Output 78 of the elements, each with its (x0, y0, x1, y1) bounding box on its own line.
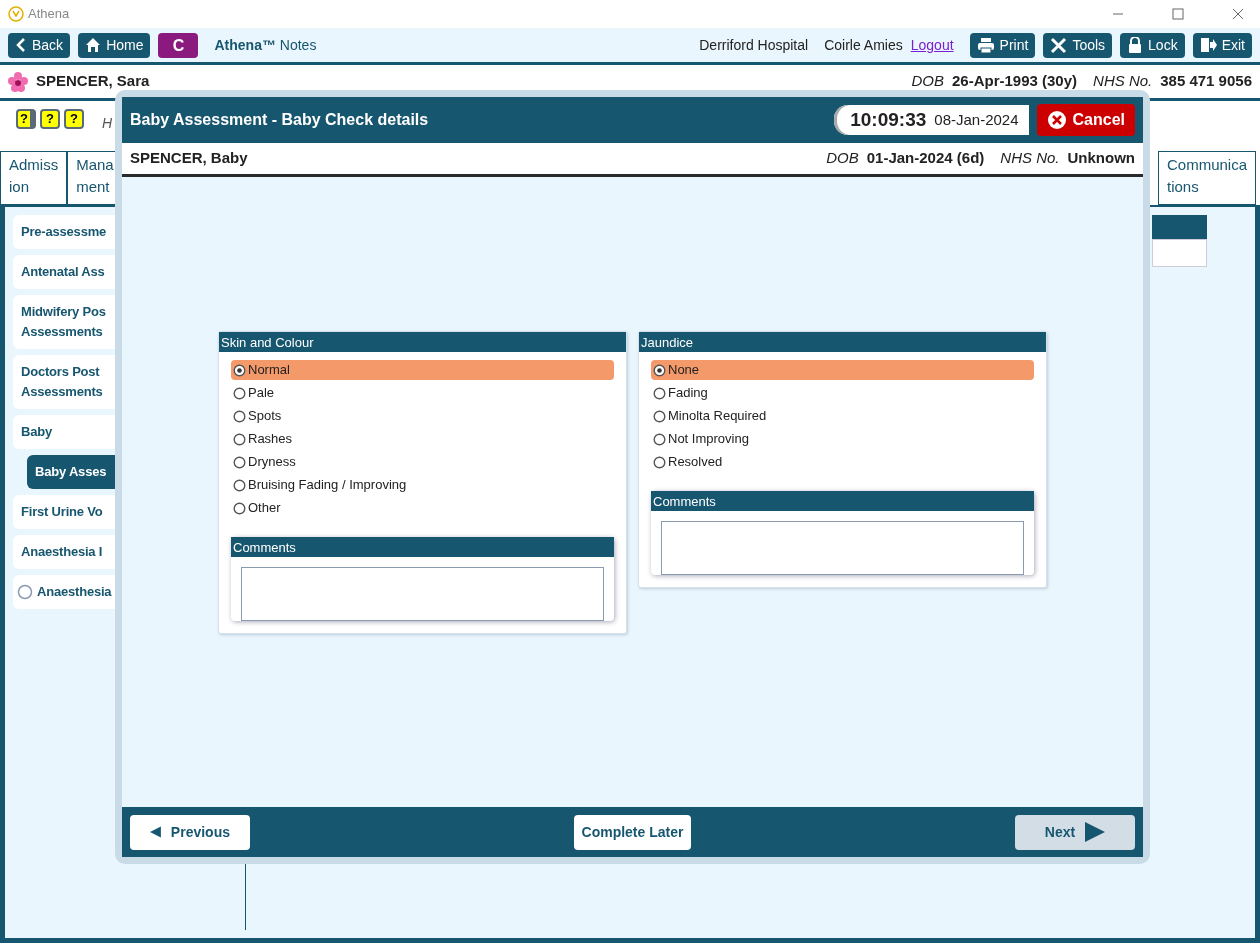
dob-label: DOB (826, 148, 859, 169)
print-button[interactable]: Print (969, 32, 1036, 58)
radio-icon (653, 455, 666, 469)
logout-link[interactable]: Logout (910, 34, 954, 56)
radio-option[interactable]: Dryness (231, 452, 614, 472)
dob-value: 01-Jan-2024 (6d) (866, 148, 985, 169)
home-help-icon[interactable]: ? (40, 109, 60, 129)
radio-icon (233, 501, 246, 515)
app-name: Athena™ Notes (214, 35, 317, 55)
dialog-title: Baby Assessment - Baby Check details (130, 110, 429, 130)
nhs-value: Unknown (1067, 148, 1135, 169)
list-help-icon[interactable]: ? (16, 109, 36, 129)
chevron-left-icon (15, 37, 27, 53)
patient-name: SPENCER, Sara (36, 71, 150, 92)
tools-button[interactable]: Tools (1043, 32, 1113, 58)
radio-option[interactable]: Bruising Fading / Improving (231, 475, 614, 495)
app-logo-icon (8, 6, 24, 22)
previous-button[interactable]: Previous (130, 814, 250, 850)
panel-title: Skin and Colour (219, 332, 626, 352)
flower-icon (8, 71, 28, 92)
radio-icon (653, 386, 666, 400)
complete-later-button[interactable]: Complete Later (573, 814, 692, 850)
radio-option[interactable]: Other (231, 498, 614, 518)
cancel-button[interactable]: Cancel (1036, 104, 1135, 136)
dob-label: DOB (911, 71, 944, 92)
tools-icon (1050, 36, 1068, 54)
radio-option[interactable]: Minolta Required (651, 406, 1034, 426)
table-row (1152, 239, 1207, 267)
printer-icon (976, 37, 995, 53)
comments-title: Comments (651, 491, 1034, 511)
radio-icon (653, 432, 666, 446)
close-circle-icon (1046, 110, 1067, 130)
radio-icon (233, 409, 246, 423)
comments-title: Comments (231, 537, 614, 557)
radio-option[interactable]: Pale (231, 383, 614, 403)
radio-icon (653, 409, 666, 423)
radio-option[interactable]: Normal (231, 360, 614, 380)
radio-option[interactable]: Not Improving (651, 429, 1034, 449)
hospital-name: Derriford Hospital (699, 35, 809, 55)
back-button[interactable]: Back (8, 32, 71, 58)
nhs-label: NHS No. (1093, 71, 1153, 92)
padlock-icon (1127, 37, 1144, 53)
tab[interactable]: Admiss ion (0, 151, 68, 205)
dob-value: 26-Apr-1993 (30y) (952, 71, 1078, 92)
lock-button[interactable]: Lock (1120, 32, 1185, 58)
radio-selected-icon (653, 363, 666, 377)
radio-selected-icon (233, 363, 246, 377)
triangle-right-icon (1085, 822, 1106, 842)
user-name: Coirle Amies (824, 35, 903, 55)
radio-option[interactable]: Spots (231, 406, 614, 426)
help-icon[interactable]: ? (64, 109, 84, 129)
hint-text: H (102, 114, 113, 133)
radio-option[interactable]: Rashes (231, 429, 614, 449)
tab[interactable]: Communica tions (1157, 151, 1256, 205)
nhs-value: 385 471 9056 (1160, 71, 1252, 92)
clock-display: 10:09:33 08-Jan-2024 (834, 105, 1029, 135)
maximize-icon[interactable] (1172, 8, 1184, 20)
comments-field[interactable] (661, 521, 1024, 575)
home-button[interactable]: Home (78, 32, 151, 58)
radio-icon (233, 432, 246, 446)
exit-button[interactable]: Exit (1192, 32, 1252, 58)
radio-icon (233, 386, 246, 400)
window-title: Athena (28, 5, 70, 24)
radio-circle-icon (17, 584, 33, 600)
home-icon (85, 37, 102, 53)
panel-title: Jaundice (639, 332, 1046, 352)
close-icon[interactable] (1232, 8, 1244, 20)
baby-name: SPENCER, Baby (130, 148, 248, 169)
c-button[interactable]: C (158, 32, 199, 58)
exit-door-icon (1199, 37, 1217, 53)
comments-field[interactable] (241, 567, 604, 621)
table-header-bar (1152, 215, 1207, 239)
radio-option[interactable]: Resolved (651, 452, 1034, 472)
radio-option[interactable]: Fading (651, 383, 1034, 403)
radio-icon (233, 478, 246, 492)
radio-option[interactable]: None (651, 360, 1034, 380)
radio-icon (233, 455, 246, 469)
nhs-label: NHS No. (1000, 148, 1060, 169)
